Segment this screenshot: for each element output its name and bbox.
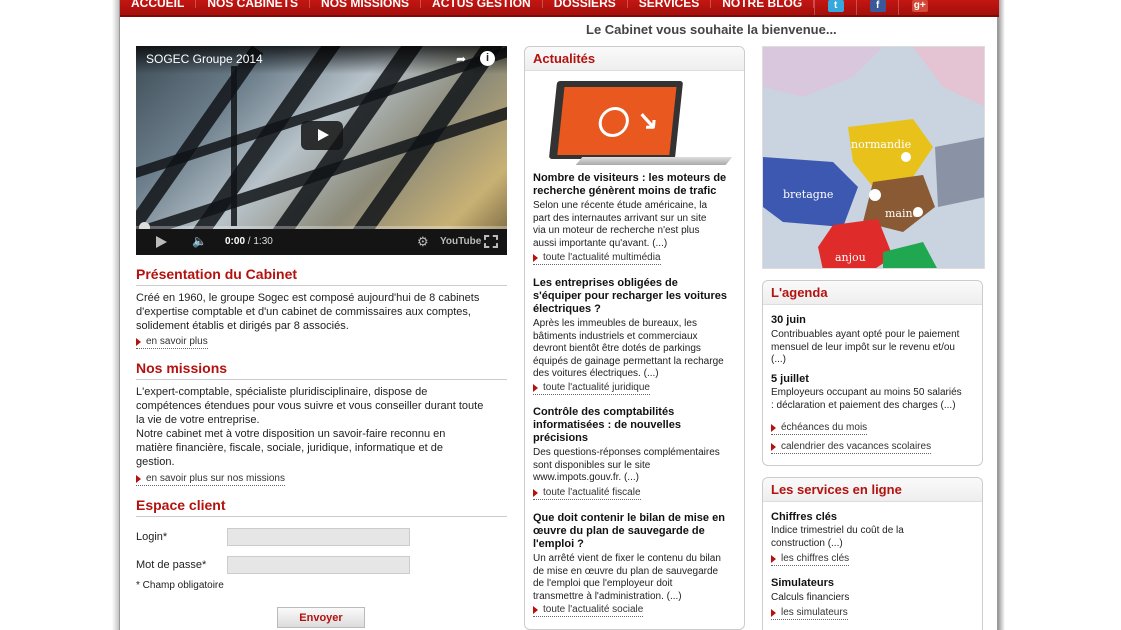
password-input[interactable]: [227, 556, 410, 574]
agenda-link-echeances[interactable]: échéances du mois: [771, 422, 868, 435]
youtube-logo[interactable]: YouTube: [440, 236, 481, 247]
service-link-chiffres[interactable]: les chiffres clés: [771, 553, 850, 566]
nav-nos-cabinets[interactable]: NOS CABINETS: [196, 0, 311, 9]
services-title: Les services en ligne: [771, 482, 902, 497]
video-player[interactable]: SOGEC Groupe 2014 ➦ i 🔈 0:00 / 1:30 ⚙ Yo…: [136, 46, 507, 255]
map-label-maine: maine: [885, 207, 920, 220]
arrow-icon: ↘: [635, 105, 661, 135]
news-item-link[interactable]: toute l'actualité fiscale: [533, 487, 641, 500]
service-text: Calculs financiers: [771, 592, 850, 603]
password-label: Mot de passe*: [136, 559, 207, 571]
info-icon[interactable]: i: [480, 51, 495, 66]
google-plus-icon[interactable]: g+: [898, 0, 940, 15]
map-label-normandie: normandie: [851, 138, 912, 151]
twitter-icon[interactable]: t: [814, 0, 856, 15]
presentation-text: Créé en 1960, le groupe Sogec est compos…: [136, 292, 480, 332]
news-box: Actualités ↘ Nombre de visiteurs : les m…: [524, 46, 745, 630]
map-label-anjou: anjou: [835, 251, 866, 264]
video-time: 0:00 / 1:30: [225, 236, 273, 247]
login-label: Login*: [136, 531, 168, 543]
service-link-simulateurs[interactable]: les simulateurs: [771, 607, 848, 620]
region-map[interactable]: normandie bretagne maine anjou: [762, 46, 985, 269]
news-item-title[interactable]: Contrôle des comptabilités informatisées…: [533, 406, 743, 445]
news-item-text: Après les immeubles de bureaux, les bâti…: [533, 318, 724, 379]
play-icon[interactable]: [156, 236, 167, 248]
nav-notre-blog[interactable]: NOTRE BLOG: [711, 0, 815, 9]
submit-button[interactable]: Envoyer: [277, 607, 365, 628]
agenda-date: 5 juillet: [771, 373, 809, 385]
news-title: Actualités: [533, 51, 596, 66]
agenda-event-text: Employeurs occupant au moins 50 salariés…: [771, 387, 962, 411]
volume-icon[interactable]: 🔈: [192, 235, 208, 248]
news-item-link[interactable]: toute l'actualité sociale: [533, 604, 644, 617]
presentation-more-link[interactable]: en savoir plus: [136, 336, 208, 349]
page-shadow-right: [997, 0, 1005, 630]
news-item-link[interactable]: toute l'actualité multimédia: [533, 252, 661, 265]
missions-text: L'expert-comptable, spécialiste pluridis…: [136, 386, 484, 468]
search-icon: [597, 107, 631, 137]
news-item-title[interactable]: Que doit contenir le bilan de mise en œu…: [533, 512, 745, 551]
login-input[interactable]: [227, 528, 410, 546]
agenda-title: L'agenda: [771, 285, 828, 300]
service-title: Simulateurs: [771, 577, 834, 589]
agenda-link-vacances[interactable]: calendrier des vacances scolaires: [771, 441, 932, 454]
missions-more-link[interactable]: en savoir plus sur nos missions: [136, 473, 285, 486]
presentation-title: Présentation du Cabinet: [136, 266, 298, 282]
settings-gear-icon[interactable]: ⚙: [417, 234, 429, 250]
news-item-text: Selon une récente étude américaine, la p…: [533, 200, 708, 249]
news-item-title[interactable]: Les entreprises obligées de s'équiper po…: [533, 277, 743, 316]
news-item-text: Des questions-réponses complémentaires s…: [533, 447, 720, 483]
missions-title: Nos missions: [136, 360, 228, 376]
main-navigation: ACCUEIL NOS CABINETS NOS MISSIONS ACTUS …: [120, 0, 999, 17]
agenda-box: L'agenda 30 juin Contribuables ayant opt…: [762, 280, 983, 466]
play-button[interactable]: [301, 121, 343, 150]
nav-actus-gestion[interactable]: ACTUS GESTION: [421, 0, 543, 9]
service-text: Indice trimestriel du coût de la constru…: [771, 525, 904, 549]
news-item-text: Un arrêté vient de fixer le contenu du b…: [533, 553, 721, 602]
agenda-date: 30 juin: [771, 314, 806, 326]
social-links: t f g+: [814, 0, 940, 15]
service-title: Chiffres clés: [771, 511, 838, 523]
required-note: * Champ obligatoire: [136, 580, 224, 591]
agenda-event-text: Contribuables ayant opté pour le paiemen…: [771, 329, 960, 365]
facebook-icon[interactable]: f: [856, 0, 898, 15]
nav-dossiers[interactable]: DOSSIERS: [543, 0, 628, 9]
services-box: Les services en ligne Chiffres clés Indi…: [762, 477, 983, 630]
fullscreen-icon[interactable]: [484, 235, 498, 248]
nav-nos-missions[interactable]: NOS MISSIONS: [310, 0, 422, 9]
client-title: Espace client: [136, 497, 226, 513]
news-item-link[interactable]: toute l'actualité juridique: [533, 382, 650, 395]
news-item-title[interactable]: Nombre de visiteurs : les moteurs de rec…: [533, 172, 743, 198]
map-label-bretagne: bretagne: [783, 188, 834, 201]
page-container: ACCUEIL NOS CABINETS NOS MISSIONS ACTUS …: [119, 0, 999, 630]
video-thumbnail: [136, 46, 507, 255]
welcome-message: Le Cabinet vous souhaite la bienvenue...: [586, 22, 837, 37]
video-title[interactable]: SOGEC Groupe 2014: [146, 52, 263, 66]
nav-services[interactable]: SERVICES: [628, 0, 712, 9]
news-laptop-image[interactable]: ↘: [548, 79, 733, 169]
nav-accueil[interactable]: ACCUEIL: [120, 0, 197, 9]
video-controls: 🔈 0:00 / 1:30 ⚙ YouTube: [136, 229, 507, 255]
share-icon[interactable]: ➦: [456, 52, 470, 66]
map-graphic: [763, 47, 984, 268]
